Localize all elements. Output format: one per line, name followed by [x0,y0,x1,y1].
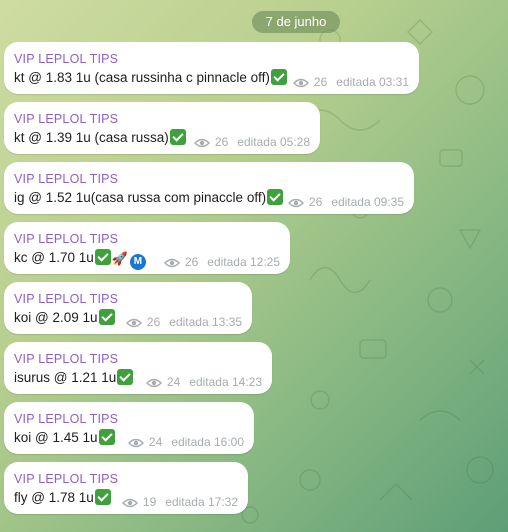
message-text-content: fly @ 1.78 1u [14,490,94,505]
sender-name[interactable]: VIP LEPLOL TIPS [14,172,118,186]
check-mark-icon [117,369,134,385]
message-meta: 19 editada 17:32 [121,495,238,509]
metro-m-icon: M [129,254,146,270]
view-count: 24 [148,435,163,449]
sender-name[interactable]: VIP LEPLOL TIPS [14,52,118,66]
message-bubble[interactable]: VIP LEPLOL TIPS kt @ 1.39 1u (casa russa)… [4,102,320,154]
view-count: 26 [184,255,199,269]
edited-timestamp: editada 17:32 [165,495,238,509]
eye-icon [145,377,162,388]
view-count: 26 [146,315,161,329]
message-bubble[interactable]: VIP LEPLOL TIPS isurus @ 1.21 1u 24 editada… [4,342,272,394]
check-mark-icon [98,429,115,445]
message-text-content: isurus @ 1.21 1u [14,370,117,385]
message-meta: 26 editada 13:35 [125,315,242,329]
eye-icon [125,317,142,328]
message-text-content: kt @ 1.83 1u (casa russinha c pinnacle o… [14,70,270,85]
message-text: ig @ 1.52 1u(casa russa com pinaccle off… [14,189,284,205]
edited-timestamp: editada 13:35 [169,315,242,329]
edited-timestamp: editada 16:00 [171,435,244,449]
message-text: kt @ 1.83 1u (casa russinha c pinnacle o… [14,69,287,85]
message-text: kc @ 1.70 1u 🚀 M [14,249,146,270]
message-text-content: koi @ 2.09 1u [14,310,98,325]
view-count: 19 [142,495,157,509]
check-mark-icon [98,309,115,325]
message-text: koi @ 2.09 1u [14,309,115,325]
message-bubble[interactable]: VIP LEPLOL TIPS koi @ 1.45 1u 24 editada 16… [4,402,254,454]
edited-timestamp: editada 03:31 [336,75,409,89]
eye-icon [121,497,138,508]
message-text-content: ig @ 1.52 1u(casa russa com pinaccle off… [14,190,267,205]
message-text-content: kc @ 1.70 1u [14,250,94,265]
message-bubble[interactable]: VIP LEPLOL TIPS kt @ 1.83 1u (casa russin… [4,42,419,94]
message-bubble[interactable]: VIP LEPLOL TIPS kc @ 1.70 1u 🚀 M 26 editada 1… [4,222,290,274]
check-mark-icon [94,489,111,505]
message-meta: 24 editada 14:23 [145,375,262,389]
view-count: 26 [313,75,328,89]
sender-name[interactable]: VIP LEPLOL TIPS [14,232,118,246]
rocket-icon: 🚀 [111,251,128,266]
edited-timestamp: editada 09:35 [331,195,404,209]
eye-icon [292,77,309,88]
sender-name[interactable]: VIP LEPLOL TIPS [14,412,118,426]
message-meta: 26 editada 05:28 [193,135,310,149]
view-count: 26 [214,135,229,149]
message-text: fly @ 1.78 1u [14,489,111,505]
sender-name[interactable]: VIP LEPLOL TIPS [14,112,118,126]
message-text: kt @ 1.39 1u (casa russa) [14,129,186,145]
message-bubble[interactable]: VIP LEPLOL TIPS koi @ 2.09 1u 26 editada 13… [4,282,252,334]
message-text-content: koi @ 1.45 1u [14,430,98,445]
view-count: 24 [166,375,181,389]
eye-icon [127,437,144,448]
edited-timestamp: editada 14:23 [189,375,262,389]
message-bubble[interactable]: VIP LEPLOL TIPS ig @ 1.52 1u(casa russa c… [4,162,414,214]
eye-icon [163,257,180,268]
message-bubble[interactable]: VIP LEPLOL TIPS fly @ 1.78 1u 19 editada 17… [4,462,248,514]
check-mark-icon [169,129,186,145]
message-text: isurus @ 1.21 1u [14,369,134,385]
message-meta: 26 editada 03:31 [292,75,409,89]
sender-name[interactable]: VIP LEPLOL TIPS [14,472,118,486]
message-text: koi @ 1.45 1u [14,429,115,445]
message-text-content: kt @ 1.39 1u (casa russa) [14,130,169,145]
check-mark-icon [270,69,287,85]
view-count: 26 [308,195,323,209]
message-meta: 26 editada 09:35 [287,195,404,209]
message-meta: 26 editada 12:25 [163,255,280,269]
sender-name[interactable]: VIP LEPLOL TIPS [14,352,118,366]
edited-timestamp: editada 12:25 [207,255,280,269]
check-mark-icon [94,249,111,265]
check-mark-icon [267,189,284,205]
sender-name[interactable]: VIP LEPLOL TIPS [14,292,118,306]
date-separator: 7 de junho [252,11,340,33]
edited-timestamp: editada 05:28 [237,135,310,149]
eye-icon [287,197,304,208]
eye-icon [193,137,210,148]
message-meta: 24 editada 16:00 [127,435,244,449]
